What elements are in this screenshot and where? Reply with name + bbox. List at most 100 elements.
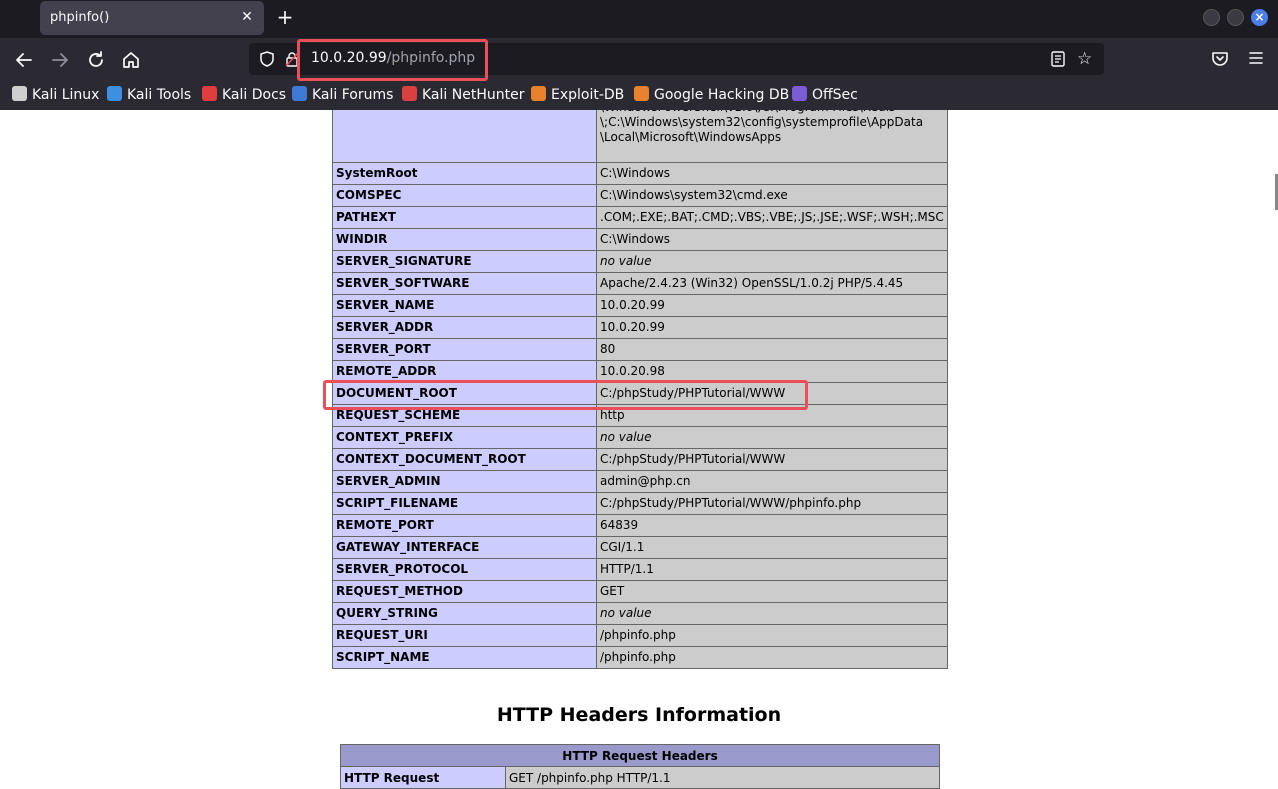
- table-row: SERVER_ADMIN admin@php.cn: [332, 470, 948, 493]
- env-value: C:\Windows: [596, 162, 948, 185]
- kali-docs-icon: [202, 86, 217, 101]
- tab-title: phpinfo(): [50, 10, 110, 25]
- env-value: .COM;.EXE;.BAT;.CMD;.VBS;.VBE;.JS;.JSE;.…: [596, 206, 948, 229]
- env-value: C:\Windows\system32\cmd.exe: [596, 184, 948, 207]
- env-key: SCRIPT_NAME: [332, 646, 597, 669]
- table-row: COMSPEC C:\Windows\system32\cmd.exe: [332, 184, 948, 207]
- table-row: SERVER_SOFTWARE Apache/2.4.23 (Win32) Ope…: [332, 272, 948, 295]
- env-key: SERVER_SIGNATURE: [332, 250, 597, 273]
- env-key: SERVER_NAME: [332, 294, 597, 317]
- home-icon: [123, 52, 139, 68]
- bookmark-label: Exploit-DB: [551, 87, 625, 103]
- tab-phpinfo[interactable]: phpinfo() ✕: [40, 1, 264, 35]
- offsec-icon: [792, 86, 807, 101]
- env-value: /phpinfo.php: [596, 624, 948, 647]
- table-row: REMOTE_PORT 64839: [332, 514, 948, 537]
- kali-nethunter-icon: [402, 86, 417, 101]
- env-value: C:/phpStudy/PHPTutorial/WWW: [596, 448, 948, 471]
- bookmark-kali-forums[interactable]: Kali Forums: [292, 86, 393, 106]
- env-value: admin@php.cn: [596, 470, 948, 493]
- env-value: \WindowsPowerShell\v1.0\;C:\Program File…: [596, 110, 948, 163]
- env-key: SERVER_SOFTWARE: [332, 272, 597, 295]
- section-title: HTTP Headers Information: [496, 704, 782, 726]
- env-key: [332, 110, 597, 163]
- env-key: COMSPEC: [332, 184, 597, 207]
- bookmark-exploit-db[interactable]: Exploit-DB: [531, 86, 624, 106]
- kali-forums-icon: [292, 86, 307, 101]
- close-tab-icon[interactable]: ✕: [238, 8, 256, 26]
- env-value: Apache/2.4.23 (Win32) OpenSSL/1.0.2j PHP…: [596, 272, 948, 295]
- env-key: SERVER_ADDR: [332, 316, 597, 339]
- env-value: C:/phpStudy/PHPTutorial/WWW/phpinfo.php: [596, 492, 948, 515]
- env-key: REQUEST_URI: [332, 624, 597, 647]
- table-row: SCRIPT_NAME/phpinfo.php: [332, 646, 948, 669]
- pocket-icon[interactable]: [1210, 49, 1230, 69]
- table-row: REQUEST_URI/phpinfo.php: [332, 624, 948, 647]
- env-key: QUERY_STRING: [332, 602, 597, 625]
- table-row: QUERY_STRING no value: [332, 602, 948, 625]
- close-window-button[interactable]: ×: [1251, 9, 1268, 26]
- home-button[interactable]: [119, 48, 143, 72]
- table-row: WINDIR C:\Windows: [332, 228, 948, 251]
- header-value: GET /phpinfo.php HTTP/1.1: [505, 766, 940, 789]
- document-root-highlight-box: [323, 380, 808, 410]
- table-row: PATHEXT .COM;.EXE;.BAT;.CMD;.VBS;.VBE;.JS…: [332, 206, 948, 229]
- env-key: CONTEXT_PREFIX: [332, 426, 597, 449]
- forward-button[interactable]: [48, 48, 72, 72]
- tab-strip: phpinfo() ✕ + ×: [0, 0, 1278, 38]
- env-key: SERVER_PORT: [332, 338, 597, 361]
- bookmark-kali-linux[interactable]: Kali Linux: [12, 86, 99, 106]
- path-value: \WindowsPowerShell\v1.0\;C:\Program File…: [600, 110, 924, 144]
- env-value: CGI/1.1: [596, 536, 948, 559]
- bookmark-label: Google Hacking DB: [654, 87, 790, 103]
- table-row: SERVER_SIGNATURE no value: [332, 250, 948, 273]
- bookmark-offsec[interactable]: OffSec: [792, 86, 858, 106]
- reload-button[interactable]: [84, 48, 108, 72]
- shield-icon[interactable]: [258, 50, 276, 68]
- table-row: SERVER_PROTOCOL HTTP/1.1: [332, 558, 948, 581]
- kali-tools-icon: [107, 86, 122, 101]
- table-row: SERVER_PORT 80: [332, 338, 948, 361]
- env-value: GET: [596, 580, 948, 603]
- new-tab-button[interactable]: +: [274, 5, 296, 29]
- env-key: SERVER_PROTOCOL: [332, 558, 597, 581]
- table-row: SERVER_ADDR 10.0.20.99: [332, 316, 948, 339]
- reader-view-icon[interactable]: [1049, 50, 1067, 68]
- table-header-row: HTTP Request Headers: [340, 744, 940, 767]
- hamburger-menu-icon[interactable]: [1248, 50, 1264, 66]
- back-button[interactable]: [12, 48, 36, 72]
- bookmark-kali-nethunter[interactable]: Kali NetHunter: [402, 86, 524, 106]
- env-key: GATEWAY_INTERFACE: [332, 536, 597, 559]
- table-row: SCRIPT_FILENAME C:/phpStudy/PHPTutorial/W…: [332, 492, 948, 515]
- reload-icon: [89, 51, 103, 67]
- http-headers-table: HTTP Request Headers HTTP Request GET /p…: [340, 744, 940, 789]
- bookmark-kali-docs[interactable]: Kali Docs: [202, 86, 286, 106]
- table-row: HTTP Request GET /phpinfo.php HTTP/1.1: [340, 766, 940, 789]
- browser-chrome: phpinfo() ✕ + × 10.0.20.99/phpinfo.php ☆…: [0, 0, 1278, 110]
- maximize-button[interactable]: [1227, 9, 1244, 26]
- env-value: HTTP/1.1: [596, 558, 948, 581]
- table-row: GATEWAY_INTERFACE CGI/1.1: [332, 536, 948, 559]
- table-header: HTTP Request Headers: [340, 744, 940, 767]
- table-row: REQUEST_METHOD GET: [332, 580, 948, 603]
- env-key: REQUEST_METHOD: [332, 580, 597, 603]
- bookmark-label: Kali Forums: [312, 87, 394, 103]
- env-value: 80: [596, 338, 948, 361]
- table-row: CONTEXT_PREFIX no value: [332, 426, 948, 449]
- env-key: SCRIPT_FILENAME: [332, 492, 597, 515]
- bookmark-google-hacking-db[interactable]: Google Hacking DB: [634, 86, 789, 106]
- minimize-button[interactable]: [1203, 9, 1220, 26]
- env-value: C:\Windows: [596, 228, 948, 251]
- bookmark-kali-tools[interactable]: Kali Tools: [107, 86, 191, 106]
- header-key: HTTP Request: [340, 766, 506, 789]
- forward-arrow-icon: [52, 53, 68, 67]
- bookmark-label: Kali Linux: [32, 87, 100, 103]
- env-value: no value: [596, 602, 948, 625]
- bookmark-label: Kali Docs: [222, 87, 287, 103]
- bookmark-star-icon[interactable]: ☆: [1077, 49, 1092, 69]
- bookmark-label: Kali Tools: [127, 87, 192, 103]
- env-value: 64839: [596, 514, 948, 537]
- table-row: SERVER_NAME 10.0.20.99: [332, 294, 948, 317]
- exploit-db-icon: [531, 86, 546, 101]
- table-row: \WindowsPowerShell\v1.0\;C:\Program File…: [332, 110, 948, 163]
